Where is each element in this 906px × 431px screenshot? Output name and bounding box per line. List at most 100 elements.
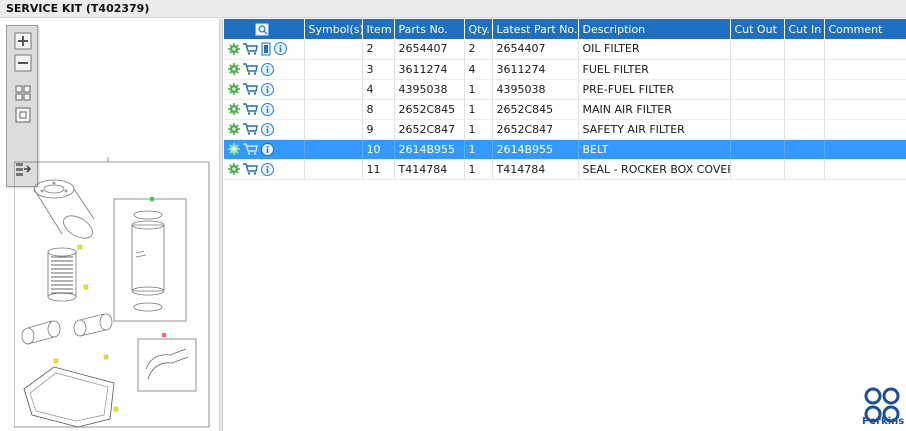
pane-splitter[interactable]	[220, 19, 223, 431]
info-icon[interactable]	[261, 82, 277, 96]
latest-part-no-cell[interactable]: 2652C847	[492, 119, 579, 140]
add-to-cart-icon[interactable]	[243, 62, 261, 75]
item-cell[interactable]: 2	[362, 39, 395, 60]
description-cell[interactable]: SAFETY AIR FILTER	[578, 119, 731, 140]
add-to-cart-icon[interactable]	[243, 102, 261, 115]
cut-in-cell[interactable]	[784, 79, 825, 100]
settings-gear-icon[interactable]	[228, 102, 243, 116]
cut-in-cell[interactable]	[784, 99, 825, 120]
description-cell[interactable]: PRE-FUEL FILTER	[578, 79, 731, 100]
parts-no-cell[interactable]: T414784	[394, 159, 465, 180]
column-header-parts-no[interactable]: Parts No.	[394, 19, 465, 39]
settings-gear-icon[interactable]	[228, 162, 243, 176]
column-header-actions[interactable]	[224, 19, 305, 39]
item-cell[interactable]: 4	[362, 79, 395, 100]
comment-cell[interactable]	[824, 159, 906, 180]
settings-gear-icon[interactable]	[228, 122, 243, 136]
qty-cell[interactable]: 1	[464, 159, 493, 180]
cut-in-cell[interactable]	[784, 119, 825, 140]
column-header-item[interactable]: Item	[362, 19, 395, 39]
fit-grid-icon[interactable]	[14, 84, 32, 102]
table-row[interactable]: 8 2652C845 1 2652C845 MAIN AIR FILTER	[224, 99, 906, 120]
cut-out-cell[interactable]	[730, 39, 785, 60]
parts-no-cell[interactable]: 2652C845	[394, 99, 465, 120]
comment-cell[interactable]	[824, 119, 906, 140]
parts-no-cell[interactable]: 2654407	[394, 39, 465, 60]
item-cell[interactable]: 9	[362, 119, 395, 140]
comment-cell[interactable]	[824, 39, 906, 60]
zoom-in-icon[interactable]	[14, 32, 32, 50]
column-chooser-icon[interactable]	[255, 22, 269, 36]
info-icon[interactable]	[261, 102, 277, 116]
qty-cell[interactable]: 1	[464, 119, 493, 140]
cut-out-cell[interactable]	[730, 139, 785, 160]
info-icon[interactable]	[261, 162, 277, 176]
description-cell[interactable]: MAIN AIR FILTER	[578, 99, 731, 120]
item-cell[interactable]: 11	[362, 159, 395, 180]
symbols-cell[interactable]	[304, 59, 363, 80]
table-row[interactable]: 11 T414784 1 T414784 SEAL - ROCKER BOX COVER	[224, 159, 906, 180]
cut-out-cell[interactable]	[730, 159, 785, 180]
column-header-qty[interactable]: Qty.	[464, 19, 493, 39]
symbols-cell[interactable]	[304, 79, 363, 100]
info-icon[interactable]	[261, 62, 277, 76]
column-header-comment[interactable]: Comment	[824, 19, 906, 39]
qty-cell[interactable]: 4	[464, 59, 493, 80]
add-to-cart-icon[interactable]	[243, 82, 261, 95]
fit-window-icon[interactable]	[14, 106, 32, 124]
symbols-cell[interactable]	[304, 159, 363, 180]
column-header-latest-part-no[interactable]: Latest Part No.	[492, 19, 579, 39]
zoom-out-icon[interactable]	[14, 54, 32, 72]
exploded-parts-diagram[interactable]	[14, 157, 214, 431]
add-to-cart-icon[interactable]	[243, 122, 261, 135]
table-row[interactable]: 3 3611274 4 3611274 FUEL FILTER	[224, 59, 906, 80]
symbols-cell[interactable]	[304, 39, 363, 60]
item-cell[interactable]: 3	[362, 59, 395, 80]
cut-out-cell[interactable]	[730, 79, 785, 100]
column-header-cut-in[interactable]: Cut In	[784, 19, 825, 39]
column-header-cut-out[interactable]: Cut Out	[730, 19, 785, 39]
symbols-cell[interactable]	[304, 99, 363, 120]
item-cell[interactable]: 8	[362, 99, 395, 120]
qty-cell[interactable]: 1	[464, 79, 493, 100]
add-to-cart-icon[interactable]	[243, 42, 261, 55]
description-cell[interactable]: OIL FILTER	[578, 39, 731, 60]
comment-cell[interactable]	[824, 79, 906, 100]
comment-cell[interactable]	[824, 139, 906, 160]
add-to-cart-icon[interactable]	[243, 142, 261, 155]
qty-cell[interactable]: 1	[464, 139, 493, 160]
latest-part-no-cell[interactable]: 2614B955	[492, 139, 579, 160]
symbols-cell[interactable]	[304, 139, 363, 160]
settings-gear-icon[interactable]	[228, 82, 243, 96]
settings-gear-icon[interactable]	[228, 42, 243, 55]
info-icon[interactable]	[261, 142, 277, 156]
latest-part-no-cell[interactable]: 4395038	[492, 79, 579, 100]
info-icon[interactable]	[274, 42, 290, 56]
symbols-cell[interactable]	[304, 119, 363, 140]
info-icon[interactable]	[261, 122, 277, 136]
parts-no-cell[interactable]: 2652C847	[394, 119, 465, 140]
latest-part-no-cell[interactable]: 3611274	[492, 59, 579, 80]
parts-no-cell[interactable]: 4395038	[394, 79, 465, 100]
table-row[interactable]: 4 4395038 1 4395038 PRE-FUEL FILTER	[224, 79, 906, 100]
item-cell[interactable]: 10	[362, 139, 395, 160]
cut-in-cell[interactable]	[784, 59, 825, 80]
table-row[interactable]: 10 2614B955 1 2614B955 BELT	[224, 139, 906, 160]
table-row[interactable]: 2 2654407 2 2654407 OIL FILTER	[224, 39, 906, 60]
parts-no-cell[interactable]: 2614B955	[394, 139, 465, 160]
cut-in-cell[interactable]	[784, 139, 825, 160]
description-cell[interactable]: SEAL - ROCKER BOX COVER	[578, 159, 731, 180]
document-icon[interactable]	[261, 42, 274, 56]
add-to-cart-icon[interactable]	[243, 162, 261, 175]
description-cell[interactable]: FUEL FILTER	[578, 59, 731, 80]
cut-out-cell[interactable]	[730, 99, 785, 120]
cut-in-cell[interactable]	[784, 159, 825, 180]
comment-cell[interactable]	[824, 59, 906, 80]
cut-in-cell[interactable]	[784, 39, 825, 60]
latest-part-no-cell[interactable]: 2654407	[492, 39, 579, 60]
parts-no-cell[interactable]: 3611274	[394, 59, 465, 80]
column-header-symbols[interactable]: Symbol(s)	[304, 19, 363, 39]
description-cell[interactable]: BELT	[578, 139, 731, 160]
latest-part-no-cell[interactable]: T414784	[492, 159, 579, 180]
column-header-description[interactable]: Description	[578, 19, 731, 39]
